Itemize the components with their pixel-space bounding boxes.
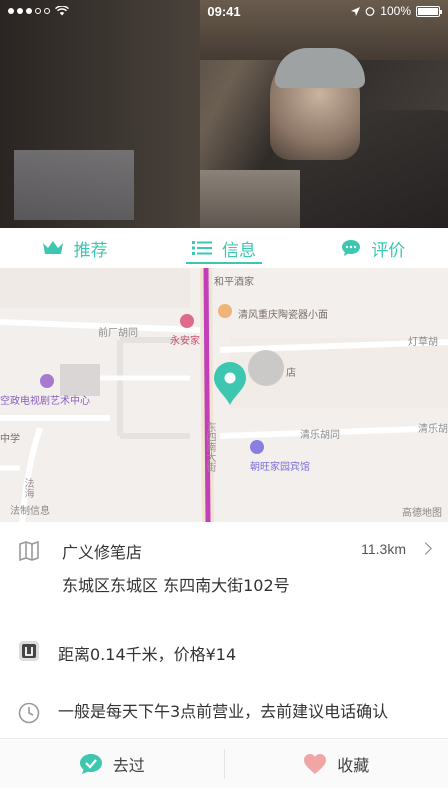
clock-icon [18, 702, 40, 724]
signal-group [8, 6, 69, 16]
hours-row: 一般是每天下午3点前营业，去前建议电话确认 [0, 684, 448, 744]
tab-recommend[interactable]: 推荐 [0, 228, 149, 268]
shop-info: 广义修笔店 11.3km 东城区东城区 东四南大街102号 距离0.14千米，价… [0, 522, 448, 744]
hotel-icon [250, 440, 264, 454]
detail-tab-bar: 推荐 信息 评价 [0, 228, 448, 268]
shop-name: 广义修笔店 [62, 543, 143, 562]
map-label: 店 [286, 368, 296, 379]
map-pin-icon[interactable] [213, 362, 247, 406]
shop-address-row[interactable]: 广义修笔店 11.3km 东城区东城区 东四南大街102号 [0, 522, 448, 630]
map-icon [19, 540, 39, 562]
check-bubble-icon [79, 753, 102, 774]
location-map[interactable]: 和平酒家 清风重庆陶瓷器小面 前厂胡同 永安家 灯草胡 店 空政电视剧艺术中心 … [0, 268, 448, 522]
map-label: 法海 [22, 478, 33, 498]
current-location-marker [248, 350, 284, 386]
crown-icon [42, 241, 63, 254]
location-arrow-icon [351, 6, 361, 16]
price-tag-icon [19, 641, 39, 661]
clock: 09:41 [207, 3, 241, 19]
tab-reviews[interactable]: 评价 [299, 228, 448, 268]
favorite-button[interactable]: 收藏 [225, 739, 448, 788]
map-label: 空政电视剧艺术中心 [0, 396, 90, 407]
alarm-icon [365, 7, 375, 16]
distance-price-text: 距离0.14千米，价格¥14 [58, 645, 237, 664]
map-label: 法制信息 [10, 506, 50, 517]
heart-icon [304, 753, 327, 774]
chat-bubble-icon [342, 240, 361, 256]
chevron-right-icon [419, 542, 432, 555]
map-label: 清风重庆陶瓷器小面 [238, 310, 328, 321]
list-icon [191, 241, 212, 255]
visited-label: 去过 [112, 755, 145, 775]
map-attribution: 高德地图 [402, 508, 442, 519]
hotel-icon [180, 314, 194, 328]
wifi-icon [55, 6, 69, 16]
status-bar: 09:41 100% [0, 0, 448, 22]
favorite-label: 收藏 [337, 755, 370, 775]
bottom-action-bar: 去过 收藏 [0, 738, 448, 788]
visited-button[interactable]: 去过 [0, 739, 224, 788]
map-label: 灯草胡 [408, 337, 438, 348]
battery-percent: 100% [380, 4, 411, 18]
map-label: 清乐胡同 [300, 430, 340, 441]
map-label: 和平酒家 [214, 277, 254, 288]
shop-photo [0, 0, 448, 228]
price-row: 距离0.14千米，价格¥14 [0, 630, 448, 678]
photo-person-hair [275, 48, 365, 88]
battery-icon [416, 5, 442, 17]
tab-label: 推荐 [73, 240, 108, 261]
map-label: 朝旺家园宾馆 [250, 462, 310, 473]
poi-icon [40, 374, 54, 388]
shop-address: 东城区东城区 东四南大街102号 [62, 576, 290, 595]
signal-strength-icon [8, 8, 50, 14]
map-label: 永安家 [170, 336, 200, 347]
tab-label: 评价 [371, 240, 406, 261]
tab-info[interactable]: 信息 [149, 228, 298, 268]
map-label: 中学 [0, 434, 20, 445]
map-label: 东四南大街 [204, 422, 215, 472]
restaurant-icon [218, 304, 232, 318]
map-label: 清乐胡 [418, 424, 448, 435]
photo-panel [14, 150, 134, 220]
shop-distance: 11.3km [361, 541, 406, 557]
map-label: 前厂胡同 [98, 328, 138, 339]
status-right: 100% [351, 4, 442, 18]
opening-hours-text: 一般是每天下午3点前营业，去前建议电话确认 [58, 702, 389, 721]
bottom-safe-area [0, 788, 448, 794]
tab-label: 信息 [221, 240, 256, 261]
